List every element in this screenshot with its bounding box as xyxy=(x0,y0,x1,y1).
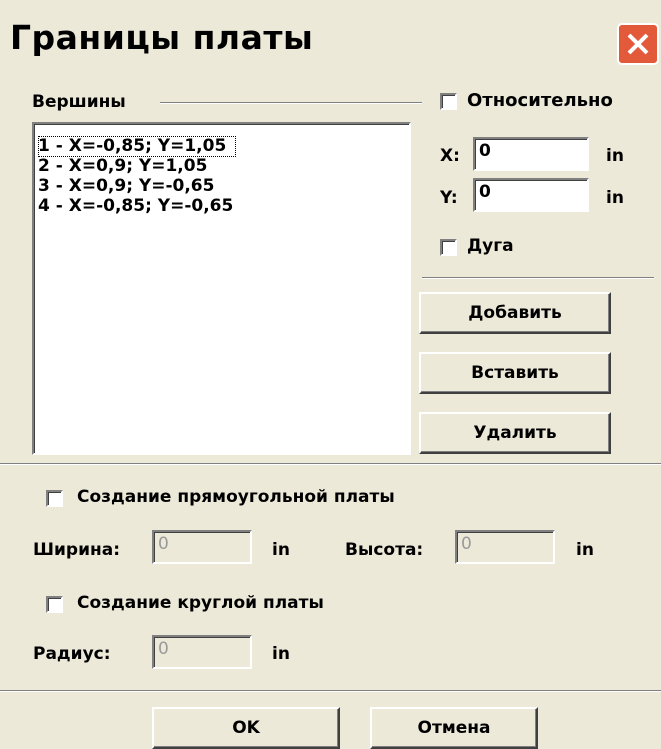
y-unit: in xyxy=(606,188,624,208)
y-field[interactable]: 0 xyxy=(473,178,589,212)
width-unit: in xyxy=(272,540,290,560)
cancel-button[interactable]: Отмена xyxy=(370,707,538,749)
vertex-list-item[interactable]: 2 - X=0,9; Y=1,05 xyxy=(38,156,207,177)
section-divider xyxy=(0,463,661,465)
arc-checkbox[interactable] xyxy=(440,239,457,256)
height-label: Высота: xyxy=(345,540,424,560)
arc-label: Дуга xyxy=(467,236,514,256)
x-unit: in xyxy=(606,146,624,166)
dialog-title: Границы платы xyxy=(10,18,314,57)
footer-divider xyxy=(0,690,661,692)
radius-label: Радиус: xyxy=(33,644,111,664)
insert-button[interactable]: Вставить xyxy=(419,352,611,394)
height-unit: in xyxy=(576,540,594,560)
width-label: Ширина: xyxy=(33,540,121,560)
rect-board-checkbox[interactable] xyxy=(46,490,63,507)
y-label: Y: xyxy=(440,188,458,208)
ok-button[interactable]: OK xyxy=(152,707,340,749)
relative-label: Относительно xyxy=(467,90,613,111)
round-board-label: Создание круглой платы xyxy=(77,593,324,613)
vertex-list-item[interactable]: 3 - X=0,9; Y=-0,65 xyxy=(38,176,214,197)
vertex-list-item[interactable]: 1 - X=-0,85; Y=1,05 xyxy=(38,136,237,157)
round-board-checkbox[interactable] xyxy=(46,596,63,613)
add-button[interactable]: Добавить xyxy=(419,292,611,334)
relative-checkbox[interactable] xyxy=(440,93,457,110)
radius-unit: in xyxy=(272,644,290,664)
width-field[interactable]: 0 xyxy=(152,530,252,564)
radius-field[interactable]: 0 xyxy=(152,635,252,669)
close-button[interactable] xyxy=(617,23,659,65)
close-icon xyxy=(627,33,649,55)
title-bar[interactable]: Границы платы xyxy=(0,0,661,68)
vertices-group-divider xyxy=(160,102,422,104)
delete-button[interactable]: Удалить xyxy=(419,412,611,454)
vertices-group-label: Вершины xyxy=(32,92,126,112)
vertex-list-item[interactable]: 4 - X=-0,85; Y=-0,65 xyxy=(38,196,233,217)
height-field[interactable]: 0 xyxy=(455,530,555,564)
right-divider xyxy=(422,277,654,279)
x-label: X: xyxy=(440,146,460,166)
rect-board-label: Создание прямоугольной платы xyxy=(77,487,395,507)
board-bounds-dialog: Границы платы Вершины 1 - X=-0,85; Y=1,0… xyxy=(0,0,661,749)
vertices-list[interactable]: 1 - X=-0,85; Y=1,05 2 - X=0,9; Y=1,05 3 … xyxy=(32,122,411,455)
x-field[interactable]: 0 xyxy=(473,137,589,171)
